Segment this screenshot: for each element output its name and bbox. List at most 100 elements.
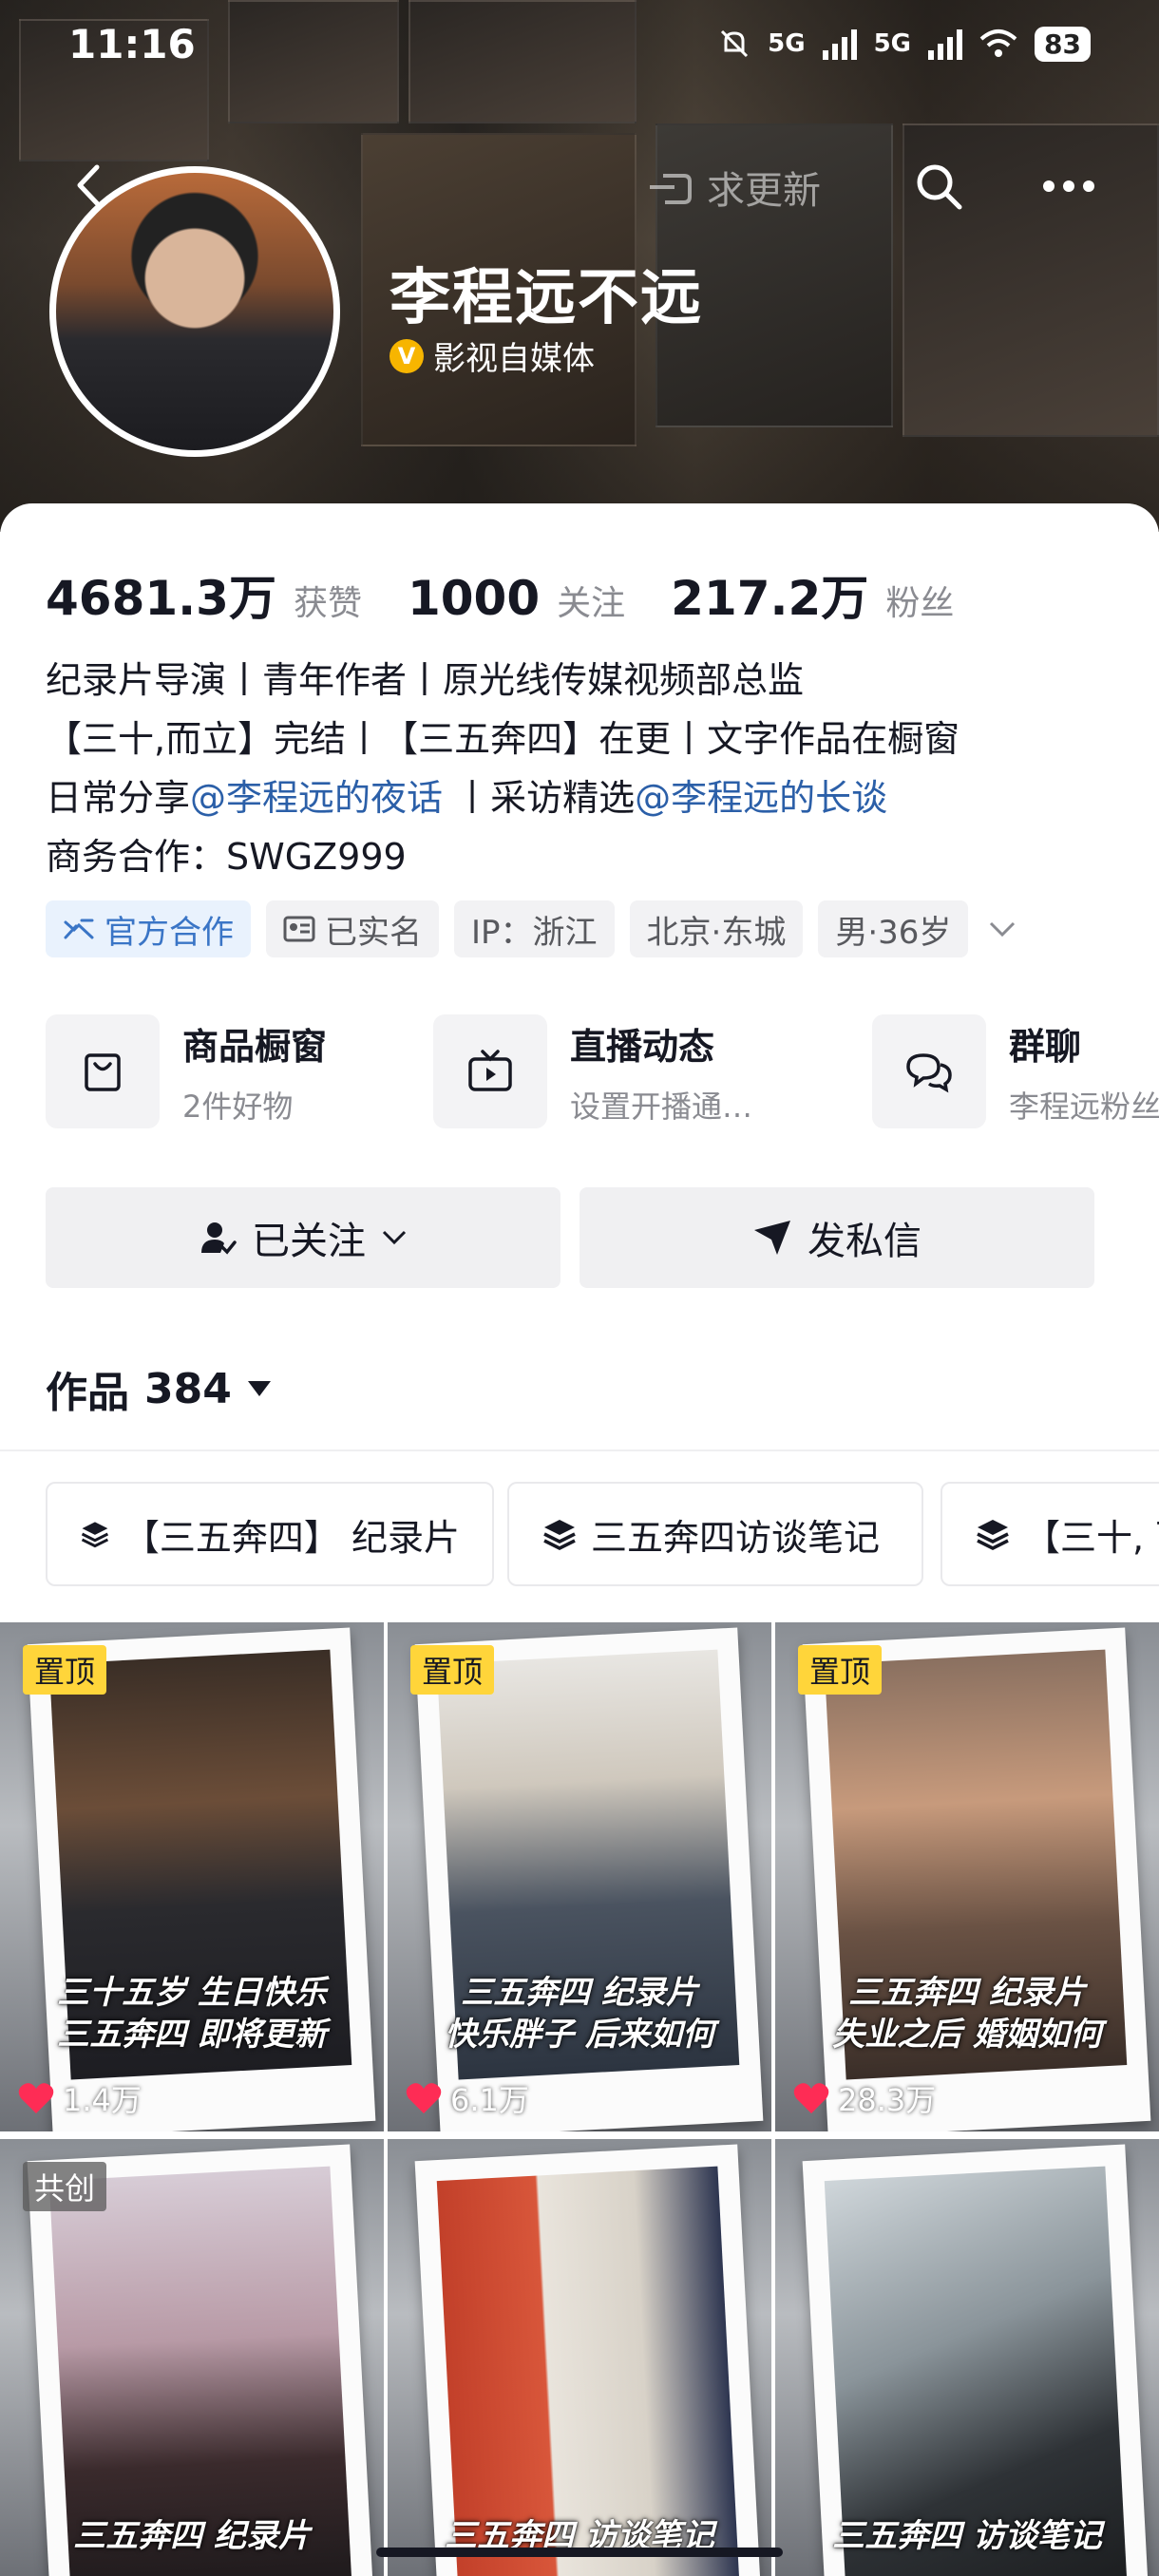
video-tile[interactable]: 共创 三五奔四 纪录片 bbox=[0, 2139, 384, 2576]
caption-line: 三五奔四 纪录片 bbox=[848, 1974, 1086, 2012]
user-check-icon bbox=[201, 1222, 237, 1255]
stat-label: 关注 bbox=[557, 584, 626, 623]
video-caption: 三五奔四 访谈笔记 bbox=[775, 2515, 1159, 2557]
search-icon[interactable] bbox=[912, 160, 965, 213]
shopping-bag-icon bbox=[46, 1014, 160, 1128]
mention-link[interactable]: @李程远的长谈 bbox=[635, 777, 887, 819]
service-text: 直播动态 设置开播通… bbox=[570, 1017, 752, 1127]
bio-line: 纪录片导演丨青年作者丨原光线传媒视频部总监 bbox=[46, 659, 805, 701]
video-tile[interactable]: 置顶 三十五岁 生日快乐 三五奔四 即将更新 1.4万 bbox=[0, 1622, 384, 2131]
video-caption: 三十五岁 生日快乐 三五奔四 即将更新 bbox=[0, 1972, 384, 2055]
layers-icon bbox=[977, 1520, 1009, 1550]
stat-value: 217.2万 bbox=[671, 571, 869, 626]
followed-label: 已关注 bbox=[252, 1220, 366, 1263]
like-count-value: 6.1万 bbox=[450, 2082, 529, 2118]
like-count: 6.1万 bbox=[405, 2076, 529, 2120]
hand-icon bbox=[650, 174, 692, 204]
service-group-chat[interactable]: 群聊 李程远粉丝 bbox=[872, 1014, 1159, 1128]
stat-following[interactable]: 1000 关注 bbox=[408, 571, 625, 626]
video-tile[interactable]: 置顶 三五奔四 纪录片 快乐胖子 后来如何 6.1万 bbox=[388, 1622, 771, 2131]
stat-likes[interactable]: 4681.3万 获赞 bbox=[46, 560, 362, 629]
collection-chip[interactable]: 【三五奔四】 纪录片 bbox=[46, 1482, 494, 1586]
tag-realname[interactable]: 已实名 bbox=[266, 900, 439, 957]
video-thumbnail bbox=[802, 1627, 1151, 2131]
tag-ip: IP：浙江 bbox=[454, 900, 615, 957]
service-title: 商品橱窗 bbox=[182, 1025, 328, 1068]
video-tile[interactable]: 三五奔四 访谈笔记 bbox=[388, 2139, 771, 2576]
heart-icon bbox=[793, 2083, 829, 2113]
works-label: 作品 bbox=[46, 1369, 129, 1417]
video-caption: 三五奔四 纪录片 bbox=[0, 2515, 384, 2557]
verification-label: 影视自媒体 bbox=[433, 340, 595, 378]
mention-link[interactable]: @李程远的夜话 bbox=[190, 777, 443, 819]
stat-value: 1000 bbox=[407, 571, 541, 626]
service-subtitle: 2件好物 bbox=[182, 1088, 294, 1125]
tag-label: 北京·东城 bbox=[646, 913, 787, 952]
status-bar: 11:16 5G 5G 83 bbox=[0, 0, 1159, 87]
id-card-icon bbox=[283, 916, 315, 942]
service-live[interactable]: 直播动态 设置开播通… bbox=[433, 1014, 752, 1128]
bio-line: 日常分享@李程远的夜话 丨采访精选@李程远的长谈 bbox=[46, 768, 960, 827]
video-caption: 三五奔四 纪录片 快乐胖子 后来如何 bbox=[388, 1972, 771, 2055]
collection-label: 【三五奔四】 纪录片 bbox=[123, 1516, 460, 1559]
network-label: 5G bbox=[768, 29, 806, 58]
verified-icon: V bbox=[390, 338, 424, 373]
verification-row: V 影视自媒体 bbox=[390, 332, 595, 379]
co-creation-badge: 共创 bbox=[23, 2162, 107, 2211]
video-thumbnail bbox=[802, 2144, 1151, 2576]
message-label: 发私信 bbox=[808, 1220, 922, 1263]
services-row: 商品橱窗 2件好物 直播动态 设置开播通… 群聊 李程远粉丝 bbox=[46, 1014, 1159, 1132]
avatar[interactable] bbox=[49, 166, 340, 457]
expand-tags-button[interactable] bbox=[983, 900, 1021, 957]
mute-icon bbox=[721, 29, 749, 58]
service-text: 群聊 李程远粉丝 bbox=[1009, 1017, 1159, 1127]
wifi-icon bbox=[979, 29, 1017, 57]
stat-value: 4681.3万 bbox=[46, 571, 276, 626]
message-button[interactable]: 发私信 bbox=[580, 1187, 1094, 1288]
collections-row: 【三五奔四】 纪录片 三五奔四访谈笔记 【三十, 而 bbox=[46, 1482, 1159, 1586]
caption-line: 三五奔四 纪录片 bbox=[461, 1974, 698, 2012]
more-icon[interactable] bbox=[1036, 160, 1102, 213]
service-subtitle: 李程远粉丝 bbox=[1009, 1088, 1159, 1125]
caption-line: 三五奔四 即将更新 bbox=[57, 2016, 327, 2054]
like-count: 28.3万 bbox=[792, 2076, 936, 2120]
pinned-badge: 置顶 bbox=[23, 1645, 107, 1695]
caption-line: 三十五岁 生日快乐 bbox=[57, 1974, 327, 2012]
like-count-value: 28.3万 bbox=[838, 2082, 937, 2118]
signal-icon bbox=[928, 28, 963, 60]
network-label: 5G bbox=[873, 29, 912, 58]
video-tile[interactable]: 置顶 三五奔四 纪录片 失业之后 婚姻如何 28.3万 bbox=[775, 1622, 1159, 2131]
caption-line: 三五奔四 纪录片 bbox=[73, 2517, 311, 2555]
action-buttons: 已关注 发私信 bbox=[46, 1187, 1094, 1288]
profile-tags: 官方合作 已实名 IP：浙江 北京·东城 男·36岁 bbox=[46, 900, 1021, 957]
battery-indicator: 83 bbox=[1035, 26, 1091, 62]
stat-followers[interactable]: 217.2万 粉丝 bbox=[671, 560, 954, 629]
tv-icon bbox=[433, 1014, 547, 1128]
works-tab[interactable]: 作品 384 bbox=[46, 1358, 272, 1419]
followed-button[interactable]: 已关注 bbox=[46, 1187, 560, 1288]
works-count: 384 bbox=[144, 1364, 232, 1413]
send-icon bbox=[754, 1221, 790, 1255]
tag-gender-age: 男·36岁 bbox=[818, 900, 969, 957]
tag-official-cooperation[interactable]: 官方合作 bbox=[46, 900, 251, 957]
video-tile[interactable]: 三五奔四 访谈笔记 bbox=[775, 2139, 1159, 2576]
home-indicator[interactable] bbox=[376, 2548, 783, 2557]
service-shop-window[interactable]: 商品橱窗 2件好物 bbox=[46, 1014, 327, 1128]
chat-bubbles-icon bbox=[872, 1014, 986, 1128]
collection-chip[interactable]: 【三十, 而 bbox=[940, 1482, 1159, 1586]
video-thumbnail bbox=[27, 1627, 376, 2131]
service-title: 直播动态 bbox=[570, 1025, 715, 1068]
video-thumbnail bbox=[414, 1627, 764, 2131]
caret-down-icon bbox=[247, 1381, 271, 1396]
update-request-button[interactable]: 求更新 bbox=[646, 160, 821, 215]
profile-name: 李程远不远 bbox=[390, 263, 703, 333]
chevron-down-icon bbox=[990, 921, 1016, 938]
update-hint-label: 求更新 bbox=[707, 169, 821, 213]
stat-label: 粉丝 bbox=[885, 584, 955, 623]
collection-chip[interactable]: 三五奔四访谈笔记 bbox=[507, 1482, 923, 1586]
service-title: 群聊 bbox=[1009, 1025, 1082, 1068]
video-caption: 三五奔四 纪录片 失业之后 婚姻如何 bbox=[775, 1972, 1159, 2055]
tag-label: IP：浙江 bbox=[471, 913, 598, 952]
bio-text: 日常分享 bbox=[46, 777, 191, 819]
collection-label: 三五奔四访谈笔记 bbox=[591, 1516, 881, 1559]
